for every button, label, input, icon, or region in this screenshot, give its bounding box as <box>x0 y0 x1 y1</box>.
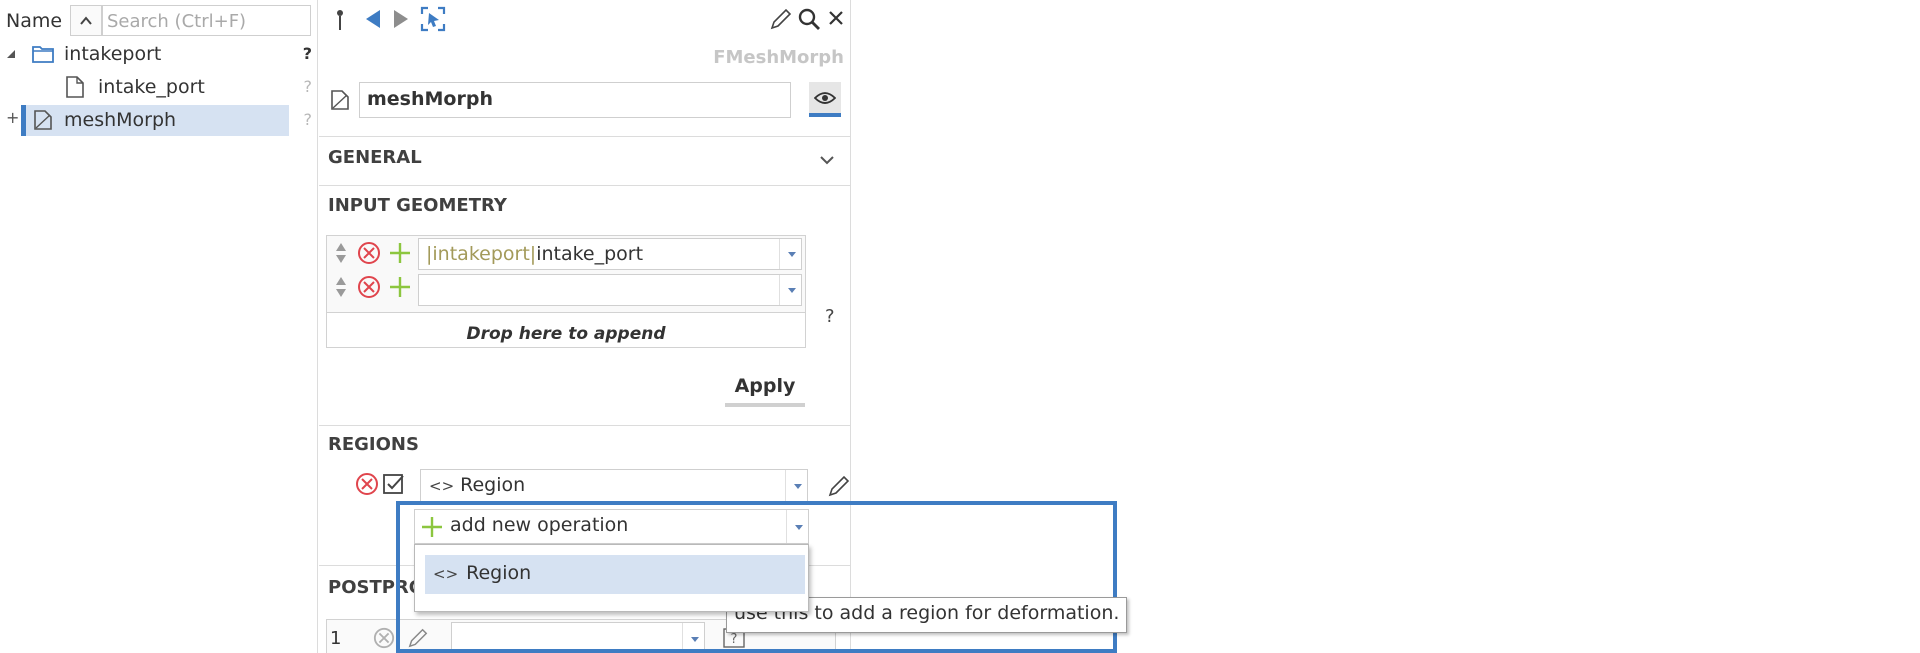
arrow-left-icon[interactable] <box>363 8 383 30</box>
pencil-icon[interactable] <box>827 474 851 498</box>
apply-button[interactable]: Apply <box>725 371 805 407</box>
operation-dropdown-menu: <> Region <box>414 544 809 612</box>
regions-title: REGIONS <box>328 434 419 455</box>
expand-triangle-icon[interactable] <box>6 49 16 59</box>
file-icon <box>66 76 84 98</box>
eye-icon <box>814 92 836 104</box>
dropdown-option-region[interactable]: <> Region <box>425 555 805 594</box>
row-index: 1 <box>330 628 342 649</box>
select-target-icon[interactable] <box>420 6 446 32</box>
reorder-handle-icon[interactable] <box>335 241 347 265</box>
general-section-title: GENERAL <box>328 147 422 168</box>
region-value: Region <box>460 474 526 496</box>
pin-icon[interactable] <box>333 8 347 32</box>
geometry-select-2[interactable] <box>418 274 802 306</box>
dropdown-arrow-icon[interactable] <box>785 470 807 502</box>
object-name-field[interactable]: meshMorph <box>359 82 791 118</box>
mesh-morph-icon <box>331 90 349 110</box>
sort-toggle-button[interactable] <box>70 5 102 36</box>
folder-icon <box>32 46 54 63</box>
remove-icon[interactable] <box>355 472 379 496</box>
remove-icon[interactable] <box>373 627 395 649</box>
tree-item-label: meshMorph <box>64 109 177 131</box>
tree-item-intakeport[interactable]: intakeport ? <box>0 38 318 69</box>
input-geometry-title: INPUT GEOMETRY <box>328 195 507 216</box>
tree-item-meshmorph[interactable]: + meshMorph ? <box>0 104 318 136</box>
visibility-toggle-button[interactable] <box>809 82 841 117</box>
geometry-value: intake_port <box>536 243 644 265</box>
dropdown-option-label: Region <box>466 562 532 584</box>
reorder-handle-icon[interactable] <box>335 275 347 299</box>
status-badge: ? <box>303 110 313 129</box>
tree-search-input[interactable]: Search (Ctrl+F) <box>102 5 311 36</box>
status-badge: ? <box>303 77 313 96</box>
search-icon[interactable] <box>797 7 821 31</box>
close-icon[interactable] <box>827 9 845 27</box>
arrow-right-icon[interactable] <box>391 8 411 30</box>
code-brackets-icon: <> <box>433 565 459 583</box>
add-icon[interactable] <box>388 241 412 265</box>
tree-panel: Name Search (Ctrl+F) intakeport ? intake… <box>0 0 318 653</box>
object-type-label: FMeshMorph <box>713 47 844 68</box>
checkbox-checked-icon[interactable] <box>382 472 406 496</box>
help-icon[interactable]: ? <box>825 306 835 327</box>
dropdown-arrow-icon[interactable] <box>779 275 801 305</box>
tree-item-intake-port[interactable]: intake_port ? <box>0 71 318 102</box>
general-section[interactable]: GENERAL <box>319 136 850 185</box>
chevron-down-icon[interactable] <box>819 154 835 166</box>
region-select[interactable]: <> Region <box>420 469 808 503</box>
geometry-path-prefix: |intakeport| <box>426 243 537 265</box>
expand-plus-icon[interactable]: + <box>6 108 19 127</box>
add-icon[interactable] <box>388 275 412 299</box>
remove-icon[interactable] <box>357 275 381 299</box>
drop-zone[interactable]: Drop here to append <box>326 312 806 348</box>
code-brackets-icon: <> <box>429 477 455 495</box>
tree-item-label: intake_port <box>98 76 205 98</box>
remove-icon[interactable] <box>357 241 381 265</box>
status-badge: ? <box>302 44 312 63</box>
geometry-select-1[interactable]: |intakeport|intake_port <box>418 238 802 270</box>
tree-item-label: intakeport <box>64 43 162 65</box>
input-geometry-section: INPUT GEOMETRY |intakeport|intake_port D… <box>319 185 850 425</box>
chevron-up-icon <box>80 16 92 25</box>
tree-header-name: Name <box>6 10 63 32</box>
mesh-morph-icon <box>34 110 52 130</box>
dropdown-arrow-icon[interactable] <box>779 239 801 269</box>
pencil-icon[interactable] <box>769 7 793 31</box>
